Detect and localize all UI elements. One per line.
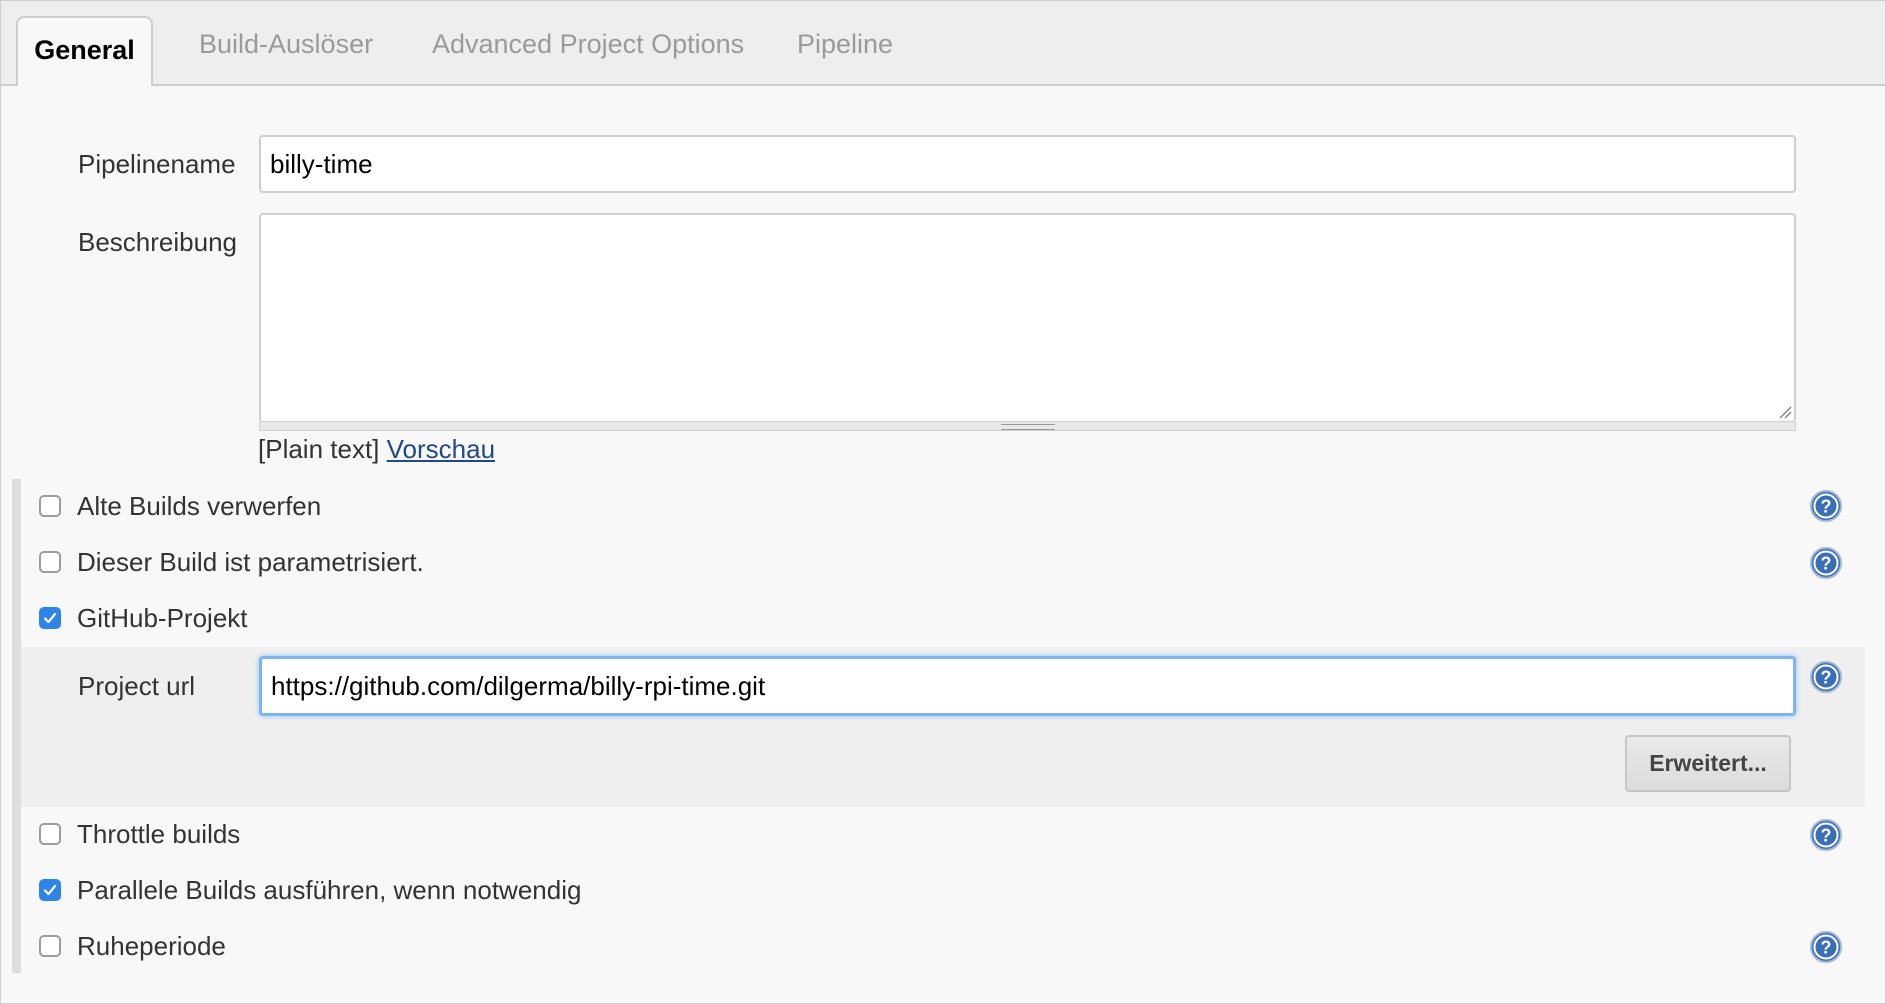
format-note-text: [Plain text] (258, 434, 380, 464)
help-icon-discard-old-builds[interactable]: ? (1809, 489, 1843, 523)
option-throttle-builds: Throttle builds (39, 818, 240, 850)
github-project-checkbox[interactable] (39, 607, 61, 629)
drag-handle-icon (1000, 424, 1055, 430)
resize-grip-icon[interactable] (1776, 403, 1792, 419)
textarea-drag-bar[interactable] (259, 422, 1796, 431)
svg-text:?: ? (1821, 497, 1832, 517)
quiet-period-label[interactable]: Ruheperiode (77, 931, 226, 962)
option-quiet-period: Ruheperiode (39, 930, 226, 962)
checkmark-icon (43, 884, 57, 896)
tab-general[interactable]: General (16, 16, 153, 86)
discard-old-builds-label[interactable]: Alte Builds verwerfen (77, 491, 321, 522)
svg-text:?: ? (1821, 826, 1832, 846)
github-project-label[interactable]: GitHub-Projekt (77, 603, 248, 634)
tab-bar: General Build-Auslöser Advanced Project … (1, 1, 1885, 86)
tab-advanced-project-options[interactable]: Advanced Project Options (432, 29, 744, 60)
concurrent-builds-checkbox[interactable] (39, 879, 61, 901)
format-note: [Plain text] Vorschau (258, 434, 495, 465)
help-icon-quiet-period[interactable]: ? (1809, 930, 1843, 964)
project-url-label: Project url (78, 671, 196, 701)
pipeline-name-label: Pipelinename (78, 149, 236, 179)
checkmark-icon (43, 612, 57, 624)
tab-build-triggers[interactable]: Build-Auslöser (199, 29, 373, 60)
help-icon-project-url[interactable]: ? (1809, 660, 1843, 694)
parameterized-label[interactable]: Dieser Build ist parametrisiert. (77, 547, 424, 578)
help-icon-throttle-builds[interactable]: ? (1809, 818, 1843, 852)
svg-text:?: ? (1821, 668, 1832, 688)
option-parameterized: Dieser Build ist parametrisiert. (39, 546, 424, 578)
option-discard-old-builds: Alte Builds verwerfen (39, 490, 321, 522)
preview-link[interactable]: Vorschau (387, 434, 495, 464)
discard-old-builds-checkbox[interactable] (39, 495, 61, 517)
description-textarea[interactable] (259, 213, 1796, 423)
throttle-builds-label[interactable]: Throttle builds (77, 819, 240, 850)
tab-pipeline[interactable]: Pipeline (797, 29, 893, 60)
pipeline-name-input[interactable] (259, 135, 1796, 193)
advanced-button[interactable]: Erweitert... (1625, 735, 1791, 792)
description-label: Beschreibung (78, 227, 237, 257)
throttle-builds-checkbox[interactable] (39, 823, 61, 845)
section-rule (12, 479, 21, 973)
concurrent-builds-label[interactable]: Parallele Builds ausführen, wenn notwend… (77, 875, 581, 906)
quiet-period-checkbox[interactable] (39, 935, 61, 957)
option-github-project: GitHub-Projekt (39, 602, 248, 634)
svg-text:?: ? (1821, 938, 1832, 958)
config-panel: General Build-Auslöser Advanced Project … (0, 0, 1886, 1004)
help-icon-parameterized[interactable]: ? (1809, 546, 1843, 580)
svg-text:?: ? (1821, 554, 1832, 574)
option-concurrent-builds: Parallele Builds ausführen, wenn notwend… (39, 874, 581, 906)
project-url-input[interactable] (259, 656, 1796, 716)
parameterized-checkbox[interactable] (39, 551, 61, 573)
